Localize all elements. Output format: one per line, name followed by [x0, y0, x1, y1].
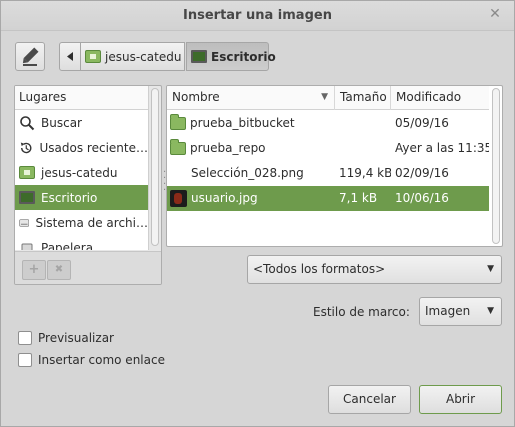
file-name: usuario.jpg	[191, 191, 258, 205]
file-modified: 02/09/16	[395, 166, 449, 180]
insert-link-label: Insertar como enlace	[38, 353, 165, 367]
insert-image-dialog: Insertar una imagen ✕ jesus-catedu Escri…	[0, 0, 515, 427]
file-row-selected[interactable]: usuario.jpg 7,1 kB 10/06/16	[167, 186, 489, 211]
format-filter-select[interactable]: <Todos los formatos> ▼	[247, 255, 502, 284]
preview-checkbox[interactable]	[18, 331, 32, 345]
place-label: Sistema de archi…	[35, 215, 148, 230]
place-label: Escritorio	[41, 190, 98, 205]
add-bookmark-button[interactable]: +	[22, 260, 46, 280]
column-name-label: Nombre	[172, 90, 220, 104]
left-arrow-icon	[67, 52, 73, 61]
file-modified: Ayer a las 11:35	[395, 141, 489, 155]
home-folder-icon	[85, 50, 101, 63]
place-label: jesus-catedu	[41, 165, 118, 180]
frame-style-select[interactable]: Imagen ▼	[419, 297, 502, 326]
preview-checkbox-row[interactable]: Previsualizar	[18, 331, 114, 345]
format-filter-value: <Todos los formatos>	[253, 262, 386, 276]
frame-style-value: Imagen	[425, 304, 471, 318]
folder-icon	[170, 139, 186, 155]
place-recent[interactable]: Usados reciente…	[15, 135, 148, 160]
home-folder-icon	[19, 166, 35, 179]
place-desktop[interactable]: Escritorio	[15, 185, 148, 210]
trash-icon	[21, 243, 33, 250]
desktop-icon	[19, 191, 35, 204]
column-modified-header[interactable]: Modificado	[391, 86, 489, 110]
recent-icon	[20, 142, 32, 153]
close-icon[interactable]: ✕	[488, 7, 502, 21]
cancel-button[interactable]: Cancelar	[328, 385, 411, 414]
file-name-cell: prueba_bitbucket	[170, 111, 335, 136]
file-size: 7,1 kB	[339, 191, 378, 205]
file-modified: 05/09/16	[395, 116, 449, 130]
place-search[interactable]: Buscar	[15, 110, 148, 135]
image-thumbnail-icon	[170, 190, 187, 207]
frame-style-label: Estilo de marco:	[313, 305, 410, 319]
pencil-icon	[22, 47, 39, 66]
place-label: Papelera	[41, 240, 94, 251]
places-toolbar: + ✖	[15, 251, 161, 284]
file-list: Nombre ▼ Tamaño Modificado prueba_bitbuc…	[166, 85, 503, 247]
file-row[interactable]: prueba_bitbucket 05/09/16	[167, 111, 489, 136]
column-name-header[interactable]: Nombre ▼	[167, 86, 335, 110]
blank-file-icon	[170, 165, 187, 182]
crumb-home[interactable]: jesus-catedu	[80, 42, 185, 71]
file-list-header: Nombre ▼ Tamaño Modificado	[167, 86, 489, 110]
type-location-button[interactable]	[15, 42, 45, 71]
places-panel: Lugares Buscar Usados reciente… jesus-ca…	[14, 85, 162, 285]
file-row[interactable]: Selección_028.png 119,4 kB 02/09/16	[167, 161, 489, 186]
crumb-home-label: jesus-catedu	[105, 49, 182, 64]
files-scrollbar[interactable]	[492, 88, 500, 244]
chevron-down-icon: ▼	[487, 306, 494, 316]
place-label: Usados reciente…	[39, 140, 148, 155]
file-size	[339, 136, 391, 161]
path-back-button[interactable]	[59, 42, 81, 71]
file-name: prueba_repo	[190, 141, 266, 155]
crumb-desktop-label: Escritorio	[211, 49, 276, 64]
folder-icon	[170, 114, 186, 130]
place-home[interactable]: jesus-catedu	[15, 160, 148, 185]
title-bar[interactable]: Insertar una imagen ✕	[1, 1, 514, 31]
insert-link-checkbox-row[interactable]: Insertar como enlace	[18, 353, 165, 367]
insert-link-checkbox[interactable]	[18, 353, 32, 367]
file-row[interactable]: prueba_repo Ayer a las 11:35	[167, 136, 489, 161]
chevron-down-icon: ▼	[487, 264, 494, 274]
drive-icon	[19, 218, 30, 227]
file-name: prueba_bitbucket	[190, 116, 295, 130]
file-name-cell: usuario.jpg	[170, 186, 335, 211]
file-name: Selección_028.png	[191, 166, 304, 180]
preview-label: Previsualizar	[38, 331, 114, 345]
file-size: 119,4 kB	[339, 166, 391, 180]
places-list: Lugares Buscar Usados reciente… jesus-ca…	[15, 86, 149, 250]
place-label: Buscar	[41, 115, 82, 130]
sort-down-icon: ▼	[321, 92, 328, 102]
places-scrollbar[interactable]	[151, 88, 159, 246]
search-icon	[20, 115, 35, 130]
desktop-icon	[191, 50, 207, 63]
file-size	[339, 111, 391, 136]
dialog-title: Insertar una imagen	[183, 8, 332, 23]
file-name-cell: prueba_repo	[170, 136, 335, 161]
remove-bookmark-button[interactable]: ✖	[47, 260, 71, 280]
crumb-desktop[interactable]: Escritorio	[186, 42, 276, 71]
file-modified: 10/06/16	[395, 191, 449, 205]
place-filesystem[interactable]: Sistema de archi…	[15, 210, 148, 235]
column-size-header[interactable]: Tamaño	[335, 86, 391, 110]
file-name-cell: Selección_028.png	[170, 161, 335, 186]
place-trash[interactable]: Papelera	[15, 235, 148, 250]
open-button[interactable]: Abrir	[419, 385, 502, 414]
places-header: Lugares	[15, 86, 148, 110]
